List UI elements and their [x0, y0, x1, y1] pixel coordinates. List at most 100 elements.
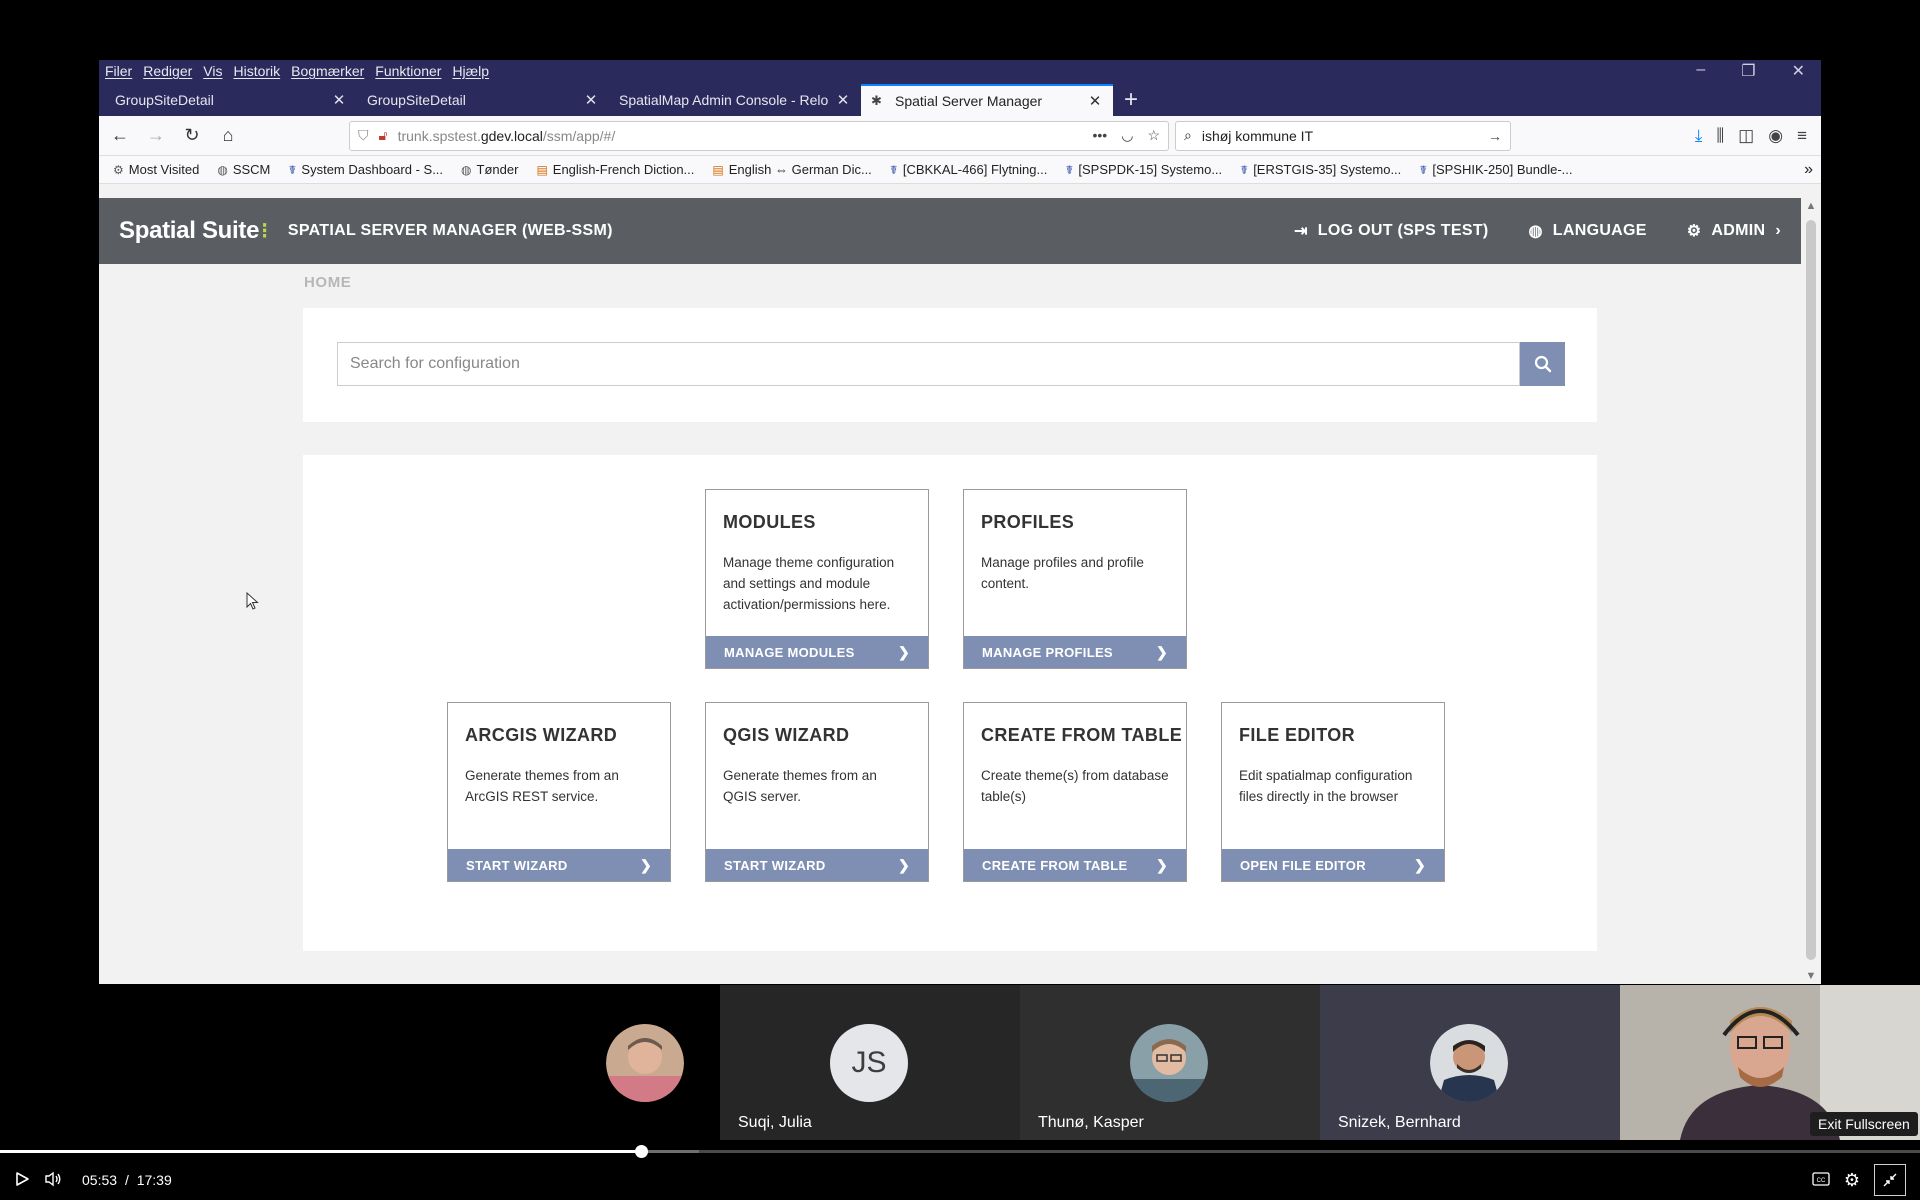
bookmark-item[interactable]: ◍ SSCM [217, 162, 270, 177]
captions-icon[interactable]: CC [1812, 1171, 1830, 1189]
breadcrumb[interactable]: HOME [304, 274, 351, 291]
bookmark-item[interactable]: ☤ [SPSHIK-250] Bundle-... [1419, 162, 1572, 177]
participant-tile[interactable] [420, 985, 720, 1140]
reload-button[interactable]: ↻ [177, 121, 207, 151]
card-description: Manage profiles and profile content. [981, 555, 1144, 591]
scroll-down-icon[interactable]: ▼ [1801, 970, 1821, 982]
restore-icon[interactable]: ❐ [1741, 61, 1755, 81]
open-file-editor-button[interactable]: OPEN FILE EDITOR ❯ [1222, 849, 1444, 881]
language-button[interactable]: ◍ LANGUAGE [1529, 221, 1647, 241]
gear-icon: ⚙ [113, 162, 124, 177]
more-icon[interactable]: ••• [1093, 127, 1108, 144]
chevron-double-right-icon[interactable]: » [1804, 161, 1813, 179]
menu-file[interactable]: Filer [105, 63, 132, 79]
bookmark-label: English ⇔ German Dic... [728, 162, 872, 177]
bookmark-item[interactable]: ▤ English ⇔ German Dic... [712, 162, 871, 177]
address-bar[interactable]: ⛉ 🔓︎ trunk.spstest.gdev.local/ssm/app/#/… [349, 120, 1169, 151]
menu-help[interactable]: Hjælp [452, 63, 489, 79]
search-button[interactable] [1520, 342, 1565, 386]
play-icon[interactable] [14, 1171, 30, 1190]
browser-tab-active[interactable]: ✱ Spatial Server Manager ✕ [861, 84, 1113, 116]
star-icon[interactable]: ☆ [1147, 127, 1160, 144]
settings-gear-icon[interactable]: ⚙ [1844, 1170, 1860, 1191]
hamburger-menu-icon[interactable]: ≡ [1797, 126, 1807, 146]
download-icon[interactable]: ⤓ [1695, 126, 1703, 146]
button-label: CREATE FROM TABLE [982, 857, 1128, 873]
url-host: gdev.local [480, 127, 543, 144]
participant-tile[interactable]: JS Suqi, Julia [720, 985, 1020, 1140]
chevron-right-icon: ❯ [1413, 856, 1426, 873]
participant-tile[interactable]: Snizek, Bernhard [1320, 985, 1620, 1140]
button-label: MANAGE MODULES [724, 644, 855, 660]
card-file-editor: FILE EDITOR Edit spatialmap configuratio… [1221, 702, 1445, 882]
go-arrow-icon[interactable]: → [1488, 128, 1502, 144]
language-label: LANGUAGE [1552, 222, 1647, 239]
search-icon: ⌕ [1184, 127, 1192, 143]
browser-tab[interactable]: GroupSiteDetail ✕ [357, 84, 609, 116]
bookmark-label: [SPSPDK-15] Systemo... [1078, 162, 1223, 177]
search-input[interactable] [337, 342, 1520, 386]
jira-icon: ☤ [288, 162, 297, 177]
scroll-up-icon[interactable]: ▲ [1801, 200, 1821, 212]
participant-tile[interactable]: Thunø, Kasper [1020, 985, 1320, 1140]
close-tab-icon[interactable]: ✕ [1087, 92, 1103, 110]
volume-icon[interactable] [44, 1171, 62, 1190]
menu-bookmarks[interactable]: Bogmærker [291, 63, 364, 79]
menu-tools[interactable]: Funktioner [375, 63, 441, 79]
browser-tab[interactable]: SpatialMap Admin Console - Relo ✕ [609, 84, 861, 116]
close-tab-icon[interactable]: ✕ [583, 91, 599, 109]
minimize-icon[interactable]: – [1696, 61, 1705, 81]
scrollbar-thumb[interactable] [1806, 220, 1816, 960]
jira-icon: ☤ [889, 162, 898, 177]
scrubber-knob[interactable] [635, 1145, 649, 1158]
forward-button[interactable]: → [141, 121, 171, 151]
bookmarks-toolbar: ⚙ Most Visited ◍ SSCM ☤ System Dashboard - … [99, 156, 1821, 184]
account-icon[interactable]: ◉ [1768, 126, 1783, 146]
bookmark-item[interactable]: ▤ English-French Diction... [536, 162, 694, 177]
bookmark-item[interactable]: ⚙ Most Visited [113, 162, 199, 177]
start-qgis-wizard-button[interactable]: START WIZARD ❯ [706, 849, 928, 881]
button-label: MANAGE PROFILES [982, 644, 1113, 660]
close-tab-icon[interactable]: ✕ [835, 91, 851, 109]
back-button[interactable]: ← [105, 121, 135, 151]
tab-title: SpatialMap Admin Console - Relo [619, 92, 829, 108]
manage-profiles-button[interactable]: MANAGE PROFILES ❯ [964, 636, 1186, 668]
bookmark-item[interactable]: ☤ [CBKKAL-466] Flytning... [890, 162, 1048, 177]
search-bar[interactable]: ⌕ ishøj kommune IT → [1175, 120, 1511, 151]
video-player-stage: Filer Rediger Vis Historik Bogmærker Fun… [0, 0, 1920, 1200]
bookmark-item[interactable]: ☤ System Dashboard - S... [288, 162, 443, 177]
search-icon [1534, 355, 1551, 373]
video-progress-bar[interactable] [0, 1145, 1920, 1158]
bookmark-item[interactable]: ☤ [SPSPDK-15] Systemo... [1065, 162, 1222, 177]
close-tab-icon[interactable]: ✕ [331, 91, 347, 109]
exit-fullscreen-button[interactable] [1874, 1164, 1906, 1196]
new-tab-button[interactable]: + [1113, 84, 1149, 116]
admin-button[interactable]: ⚙ ADMIN › [1687, 221, 1781, 241]
chevron-right-icon: ❯ [1155, 643, 1168, 660]
brand-logo[interactable]: Spatial Suite⁝ [119, 217, 268, 245]
create-from-table-button[interactable]: CREATE FROM TABLE ❯ [964, 849, 1186, 881]
close-window-icon[interactable]: ✕ [1792, 61, 1805, 81]
participant-name: Suqi, Julia [738, 1114, 812, 1131]
shield-icon[interactable]: ⛉ [358, 127, 369, 144]
page-scrollbar[interactable]: ▲ ▼ [1801, 198, 1821, 984]
menu-edit[interactable]: Rediger [143, 63, 192, 79]
insecure-lock-icon[interactable]: 🔓︎ [379, 127, 388, 144]
pocket-icon[interactable]: ◡ [1121, 127, 1133, 144]
jira-icon: ☤ [1240, 162, 1249, 177]
bookmark-item[interactable]: ☤ [ERSTGIS-35] Systemo... [1240, 162, 1401, 177]
search-bar-value: ishøj kommune IT [1201, 127, 1314, 144]
sidebar-icon[interactable]: ◫ [1738, 126, 1754, 146]
logout-button[interactable]: ⇥ LOG OUT (SPS TEST) [1294, 221, 1488, 241]
start-arcgis-wizard-button[interactable]: START WIZARD ❯ [448, 849, 670, 881]
menu-history[interactable]: Historik [233, 63, 280, 79]
browser-tab[interactable]: GroupSiteDetail ✕ [105, 84, 357, 116]
player-controls: 05:53 / 17:39 CC ⚙ [0, 1160, 1920, 1200]
home-button[interactable]: ⌂ [213, 121, 243, 151]
library-icon[interactable]: ⫼ [1716, 126, 1724, 146]
menu-view[interactable]: Vis [203, 63, 222, 79]
bookmark-item[interactable]: ◍ Tønder [461, 162, 518, 177]
brand-dots-icon: ⁝ [261, 218, 268, 243]
bookmark-label: [ERSTGIS-35] Systemo... [1253, 162, 1402, 177]
manage-modules-button[interactable]: MANAGE MODULES ❯ [706, 636, 928, 668]
